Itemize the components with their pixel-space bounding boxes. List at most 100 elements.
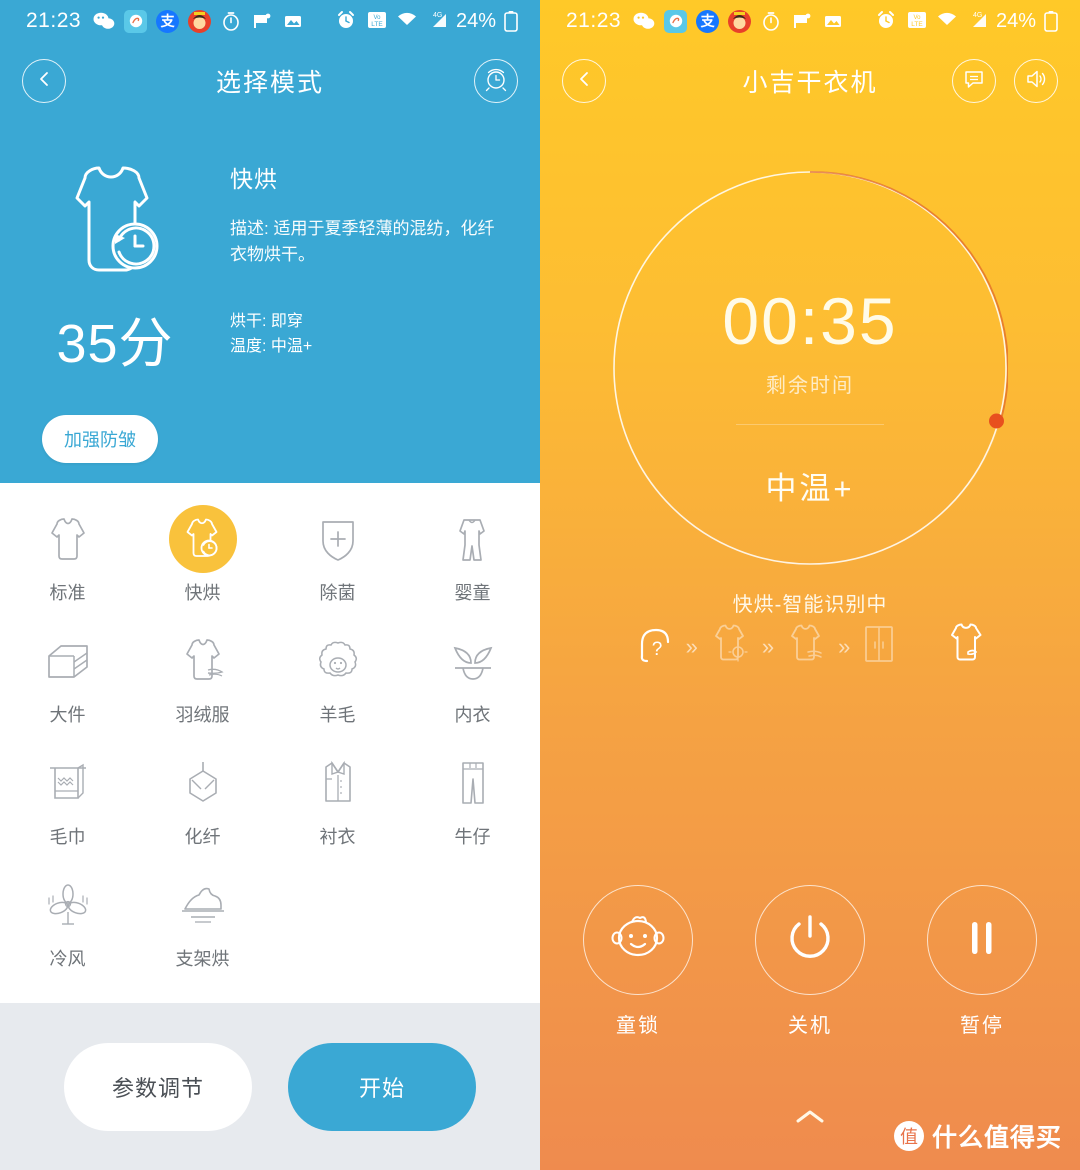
mode-item-synthetic[interactable]: 化纤 bbox=[135, 749, 270, 849]
baby-face-icon bbox=[607, 909, 669, 972]
start-button[interactable]: 开始 bbox=[288, 1042, 476, 1131]
alarm-icon bbox=[336, 10, 358, 32]
mode-item-towel[interactable]: 毛巾 bbox=[0, 749, 135, 849]
hero-temperature: 温度: 中温+ bbox=[230, 338, 313, 356]
message-icon bbox=[962, 67, 986, 96]
stopwatch-icon bbox=[760, 10, 782, 32]
status-left-icons: 支 bbox=[92, 9, 304, 33]
wardrobe-icon bbox=[860, 623, 898, 670]
control-power-off[interactable]: 关机 bbox=[755, 885, 865, 1038]
right-panel-running: 21:23 支 Vo LTE 4G 24% 小吉干衣机 00:35 剩余时间 中… bbox=[540, 0, 1080, 1170]
mode-label: 羊毛 bbox=[319, 705, 356, 725]
jeans-icon bbox=[439, 749, 507, 817]
gallery-icon bbox=[822, 10, 844, 32]
machine-controls: 童锁 关机 暂停 bbox=[540, 885, 1080, 1038]
hero-description: 描述: 适用于夏季轻薄的混纺，化纤衣物烘干。 bbox=[230, 219, 495, 265]
battery-icon bbox=[504, 10, 526, 32]
mode-item-underwear[interactable]: 内衣 bbox=[405, 627, 540, 727]
hero-mode-name: 快烘 bbox=[230, 166, 278, 192]
folded-linen-icon bbox=[34, 627, 102, 695]
speaker-button[interactable] bbox=[1014, 59, 1058, 103]
signal-icon: 4G bbox=[426, 10, 448, 32]
mode-item-sterilize[interactable]: 除菌 bbox=[270, 505, 405, 605]
back-button-right[interactable] bbox=[562, 59, 606, 103]
pause-button[interactable] bbox=[927, 885, 1037, 995]
svg-text:?: ? bbox=[651, 639, 662, 660]
control-label: 关机 bbox=[788, 1015, 832, 1037]
smzdm-badge-icon: 值 bbox=[893, 1121, 924, 1151]
power-off-button[interactable] bbox=[755, 885, 865, 995]
right-navbar: 小吉干衣机 bbox=[540, 42, 1080, 120]
tshirt-done-icon bbox=[944, 622, 990, 671]
running-status-text: 快烘-智能识别中 bbox=[732, 594, 888, 616]
mode-item-standard[interactable]: 标准 bbox=[0, 505, 135, 605]
right-nav-actions bbox=[952, 59, 1058, 103]
alarm-timer-button[interactable] bbox=[474, 59, 518, 103]
watermark: 值 什么值得买 bbox=[893, 1118, 1062, 1154]
tshirt-icon bbox=[34, 505, 102, 573]
mode-item-cold-air[interactable]: 冷风 bbox=[0, 871, 135, 971]
status-bar-right: 21:23 支 Vo LTE 4G 24% bbox=[540, 0, 1080, 42]
mode-label: 标准 bbox=[49, 583, 86, 603]
status-time: 21:23 bbox=[566, 9, 622, 32]
mode-item-bulky[interactable]: 大件 bbox=[0, 627, 135, 727]
chevron-left-icon bbox=[576, 69, 592, 94]
hero-dry-level: 烘干: 即穿 bbox=[230, 312, 303, 330]
battery-icon bbox=[1044, 10, 1066, 32]
mode-item-baby[interactable]: 婴童 bbox=[405, 505, 540, 605]
hero-section: 35分 快烘 描述: 适用于夏季轻薄的混纺，化纤衣物烘干。 烘干: 即穿 温度:… bbox=[0, 120, 540, 378]
svg-text:LTE: LTE bbox=[911, 21, 923, 28]
mode-item-down-jacket[interactable]: 羽绒服 bbox=[135, 627, 270, 727]
mode-label: 毛巾 bbox=[49, 827, 86, 847]
left-action-bar: 参数调节 开始 bbox=[0, 1003, 540, 1170]
status-left-icons: 支 bbox=[632, 9, 844, 33]
svg-text:LTE: LTE bbox=[371, 21, 383, 28]
mode-label: 支架烘 bbox=[175, 949, 230, 969]
hero-illustration-block: 35分 bbox=[0, 160, 230, 378]
control-label: 童锁 bbox=[616, 1015, 660, 1037]
mode-label: 牛仔 bbox=[454, 827, 491, 847]
weibo-icon bbox=[664, 9, 688, 33]
mode-label: 除菌 bbox=[319, 583, 356, 603]
rack-shoe-icon bbox=[169, 871, 237, 939]
alarm-icon bbox=[876, 10, 898, 32]
mode-label: 内衣 bbox=[454, 705, 491, 725]
chevron-left-icon bbox=[36, 69, 52, 94]
signal-icon: 4G bbox=[966, 10, 988, 32]
mode-grid-section: 标准 快烘 除菌 婴童 大件 羽绒服 羊毛 内衣 毛巾 化纤 衬衣 牛仔 冷风 … bbox=[0, 483, 540, 1003]
process-flow: ? » » » bbox=[540, 622, 1080, 671]
shield-plus-icon bbox=[304, 505, 372, 573]
left-navbar: 选择模式 bbox=[0, 42, 540, 120]
wifi-icon bbox=[936, 10, 958, 32]
mode-item-jeans[interactable]: 牛仔 bbox=[405, 749, 540, 849]
control-child-lock[interactable]: 童锁 bbox=[583, 885, 693, 1038]
wifi-icon bbox=[396, 10, 418, 32]
tshirt-clock-large-icon bbox=[45, 160, 185, 295]
wechat-icon bbox=[632, 10, 655, 33]
svg-text:4G: 4G bbox=[433, 12, 442, 19]
status-right-icons: Vo LTE 4G 24% bbox=[876, 10, 1066, 33]
back-button-left[interactable] bbox=[22, 59, 66, 103]
mode-item-quick-dry[interactable]: 快烘 bbox=[135, 505, 270, 605]
alipay-icon: 支 bbox=[156, 9, 180, 33]
mode-item-shirt[interactable]: 衬衣 bbox=[270, 749, 405, 849]
parameter-adjust-button[interactable]: 参数调节 bbox=[64, 1042, 252, 1131]
left-page-title: 选择模式 bbox=[215, 69, 324, 97]
control-pause[interactable]: 暂停 bbox=[927, 885, 1037, 1038]
mode-label: 大件 bbox=[49, 705, 86, 725]
volte-icon: Vo LTE bbox=[906, 10, 928, 32]
avatar-icon bbox=[188, 9, 212, 33]
reinforce-anti-wrinkle-button[interactable]: 加强防皱 bbox=[42, 415, 158, 463]
mode-item-wool[interactable]: 羊毛 bbox=[270, 627, 405, 727]
mode-item-rack-dry[interactable]: 支架烘 bbox=[135, 871, 270, 971]
underwear-icon bbox=[439, 627, 507, 695]
left-panel-mode-select: 21:23 支 Vo LTE 4G 24% 选择模式 35分 快烘 描述: 适用… bbox=[0, 0, 540, 1170]
watermark-text: 什么值得买 bbox=[931, 1124, 1062, 1152]
child-lock-button[interactable] bbox=[583, 885, 693, 995]
tshirt-air-icon bbox=[784, 623, 828, 670]
shirt-icon bbox=[304, 749, 372, 817]
remaining-time: 00:35 bbox=[722, 284, 898, 358]
alipay-icon: 支 bbox=[696, 9, 720, 33]
message-button[interactable] bbox=[952, 59, 996, 103]
power-icon bbox=[782, 910, 838, 971]
